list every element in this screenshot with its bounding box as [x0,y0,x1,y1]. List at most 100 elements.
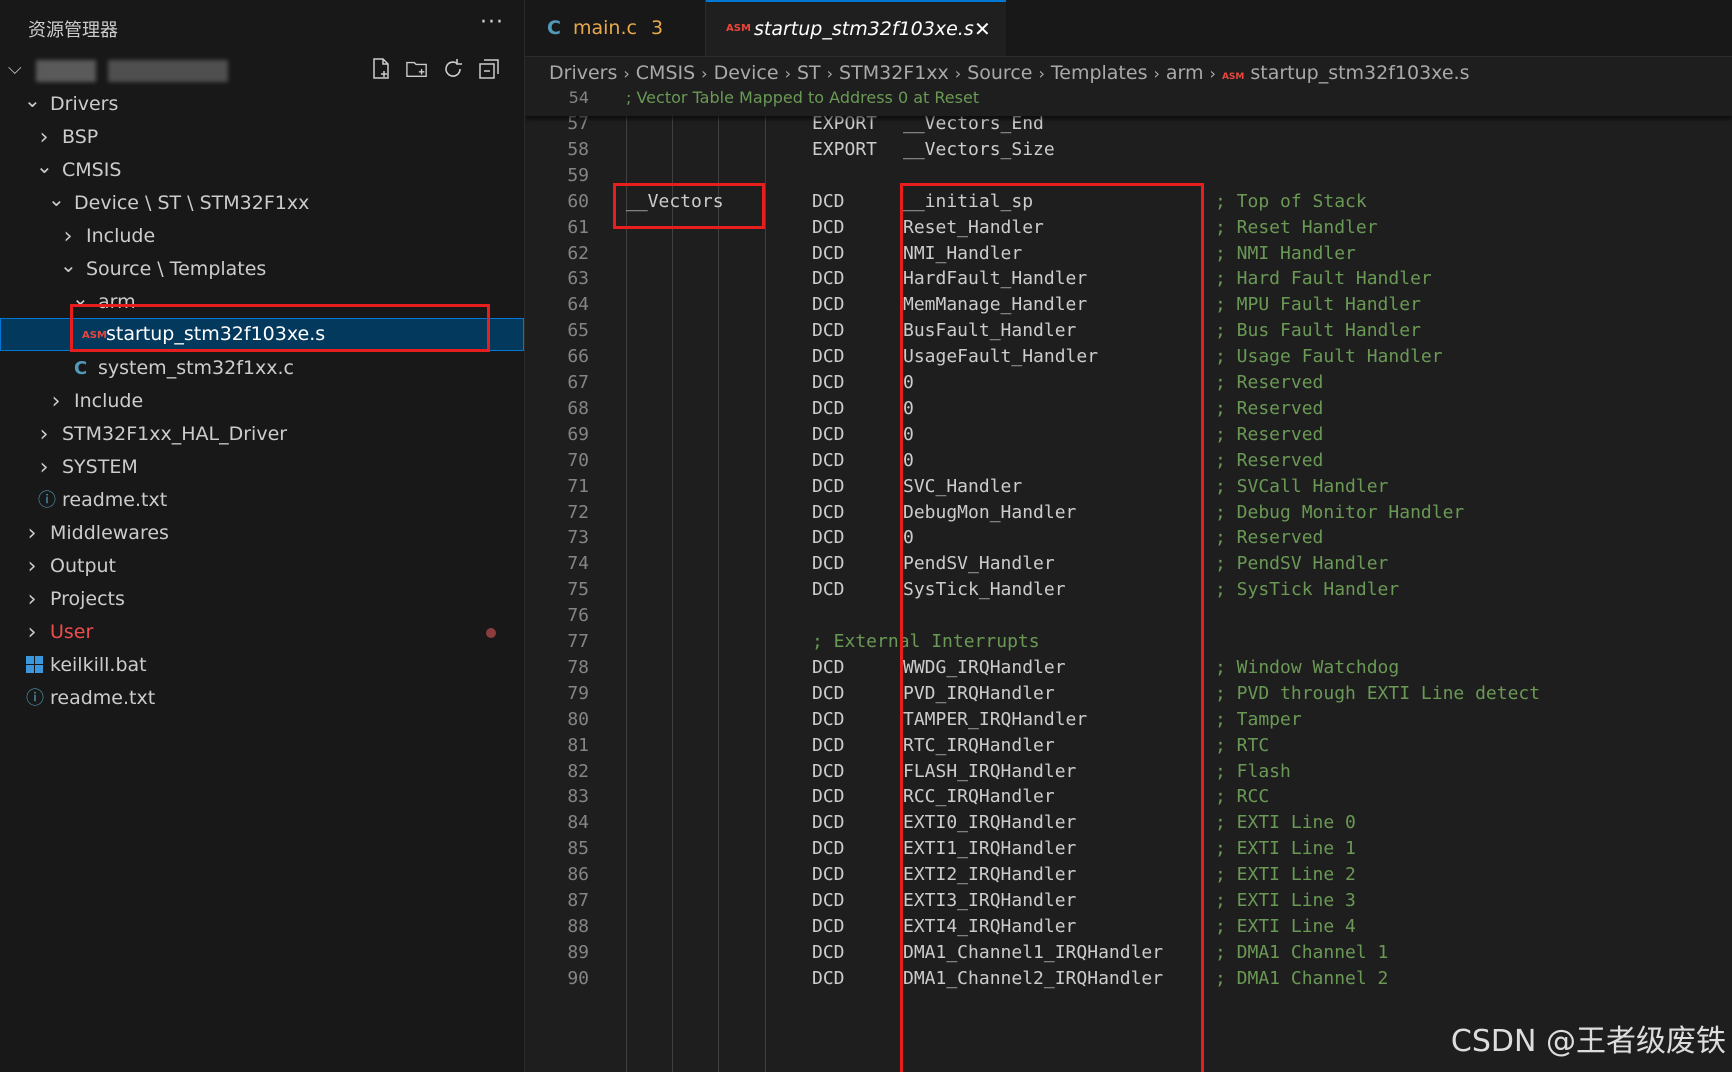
code-line[interactable]: 70 DCD 0 ; Reserved [525,447,1732,475]
chevron-down-icon[interactable]: ⌄ [36,154,53,178]
code-comment: ; Window Watchdog [1215,656,1400,678]
tree-item-include[interactable]: › Include [0,385,524,418]
breadcrumb-item[interactable]: Device [714,62,779,84]
tree-item-bsp[interactable]: › BSP [0,121,524,154]
code-directive: DCD [812,812,845,834]
chevron-right-icon[interactable]: › [36,451,52,484]
code-line[interactable]: 79 DCD PVD_IRQHandler ; PVD through EXTI Li… [525,680,1732,708]
breadcrumb-item[interactable]: Source [967,62,1032,84]
code-line[interactable]: 73 DCD 0 ; Reserved [525,524,1732,552]
code-editor[interactable]: 54 ; Vector Table Mapped to Address 0 at… [525,88,1732,1072]
line-number: 60 [567,190,589,212]
code-line[interactable]: 59 [525,162,1732,190]
code-line[interactable]: 66 DCD UsageFault_Handler ; Usage Fault Han… [525,343,1732,371]
chevron-down-icon[interactable]: ⌄ [24,88,41,112]
code-line[interactable]: 78 DCD WWDG_IRQHandler ; Window Watchdog [525,654,1732,682]
tree-item-readme-txt[interactable]: ⓘ readme.txt [0,484,524,517]
code-line[interactable]: 77 ; External Interrupts [525,628,1732,656]
code-line[interactable]: 90 DCD DMA1_Channel2_IRQHandler ; DMA1 Chan… [525,965,1732,993]
code-line[interactable]: 72 DCD DebugMon_Handler ; Debug Monitor Han… [525,499,1732,527]
code-line[interactable]: 63 DCD HardFault_Handler ; Hard Fault Handl… [525,265,1732,293]
tree-item-middlewares[interactable]: › Middlewares [0,517,524,550]
chevron-right-icon[interactable]: › [24,616,40,649]
chevron-down-icon[interactable]: ⌵ [8,58,22,79]
tab-main-c[interactable]: C main.c 3 [525,0,706,56]
code-line[interactable]: 65 DCD BusFault_Handler ; Bus Fault Handler [525,317,1732,345]
breadcrumb-item[interactable]: CMSIS [636,62,695,84]
code-line[interactable]: 64 DCD MemManage_Handler ; MPU Fault Handle… [525,291,1732,319]
code-line[interactable]: 84 DCD EXTI0_IRQHandler ; EXTI Line 0 [525,809,1732,837]
line-number: 64 [567,294,589,316]
code-line[interactable]: 82 DCD FLASH_IRQHandler ; Flash [525,758,1732,786]
breadcrumb-item[interactable]: arm [1166,62,1204,84]
code-comment: ; SysTick Handler [1215,579,1400,601]
tree-item-device-st-stm32f1xx[interactable]: ⌄ Device \ ST \ STM32F1xx [0,187,524,220]
new-file-icon[interactable] [370,56,392,82]
breadcrumb-item[interactable]: STM32F1xx [839,62,949,84]
chevron-right-icon[interactable]: › [36,121,52,154]
line-number: 78 [567,656,589,678]
tree-item-system[interactable]: › SYSTEM [0,451,524,484]
tree-item-projects[interactable]: › Projects [0,583,524,616]
code-line[interactable]: 67 DCD 0 ; Reserved [525,369,1732,397]
code-line[interactable]: 60 __Vectors DCD __initial_sp ; Top of Stack [525,188,1732,216]
code-line[interactable]: 86 DCD EXTI2_IRQHandler ; EXTI Line 2 [525,861,1732,889]
new-folder-icon[interactable] [406,56,428,82]
chevron-right-icon[interactable]: › [48,385,64,418]
line-number: 79 [567,682,589,704]
code-label: __Vectors [626,190,724,212]
code-line[interactable]: 74 DCD PendSV_Handler ; PendSV Handler [525,550,1732,578]
collapse-all-icon[interactable] [478,56,500,82]
code-line[interactable]: 89 DCD DMA1_Channel1_IRQHandler ; DMA1 Chan… [525,939,1732,967]
workspace-header[interactable]: ⌵ [0,56,524,86]
breadcrumb-file[interactable]: startup_stm32f103xe.s [1250,62,1469,84]
more-actions-icon[interactable]: ··· [480,10,504,35]
code-line[interactable]: 71 DCD SVC_Handler ; SVCall Handler [525,473,1732,501]
tree-item-startup-stm32f103xe-s[interactable]: ASM startup_stm32f103xe.s [0,318,524,351]
code-line[interactable]: 68 DCD 0 ; Reserved [525,395,1732,423]
code-line[interactable]: 58 EXPORT __Vectors_Size [525,136,1732,164]
code-directive: DCD [812,941,845,963]
code-line[interactable]: 69 DCD 0 ; Reserved [525,421,1732,449]
code-line[interactable]: 80 DCD TAMPER_IRQHandler ; Tamper [525,706,1732,734]
code-line[interactable]: 85 DCD EXTI1_IRQHandler ; EXTI Line 1 [525,835,1732,863]
code-line[interactable]: 83 DCD RCC_IRQHandler ; RCC [525,783,1732,811]
code-directive: DCD [812,397,845,419]
tree-item-system-stm32f1xx-c[interactable]: Csystem_stm32f1xx.c [0,352,524,385]
tree-item-output[interactable]: › Output [0,550,524,583]
tree-item-drivers[interactable]: ⌄ Drivers [0,88,524,121]
code-line[interactable]: 62 DCD NMI_Handler ; NMI Handler [525,240,1732,268]
explorer-sidebar: 资源管理器 ··· ⌵ ⌄ Drivers › BSP ⌄ CMSIS ⌄ Device \ … [0,0,525,1072]
tree-item-user[interactable]: › User [0,616,524,649]
code-line[interactable]: 75 DCD SysTick_Handler ; SysTick Handler [525,576,1732,604]
tree-item-cmsis[interactable]: ⌄ CMSIS [0,154,524,187]
tree-item-include[interactable]: › Include [0,220,524,253]
chevron-down-icon[interactable]: ⌄ [60,253,77,277]
code-line[interactable]: 88 DCD EXTI4_IRQHandler ; EXTI Line 4 [525,913,1732,941]
chevron-right-icon[interactable]: › [24,550,40,583]
refresh-icon[interactable] [442,56,464,82]
code-line[interactable]: 87 DCD EXTI3_IRQHandler ; EXTI Line 3 [525,887,1732,915]
tree-item-source-templates[interactable]: ⌄ Source \ Templates [0,253,524,286]
tree-item-arm[interactable]: ⌄ arm [0,286,524,319]
breadcrumb-item[interactable]: ST [797,62,821,84]
code-operand: SysTick_Handler [903,579,1066,601]
tree-item-readme-txt[interactable]: ⓘ readme.txt [0,682,524,715]
tree-item-stm32f1xx-hal-driver[interactable]: › STM32F1xx_HAL_Driver [0,418,524,451]
chevron-down-icon[interactable]: ⌄ [48,187,65,211]
chevron-down-icon[interactable]: ⌄ [72,286,89,310]
chevron-right-icon[interactable]: › [24,517,40,550]
chevron-right-icon[interactable]: › [36,418,52,451]
breadcrumb-item[interactable]: Drivers [549,62,617,84]
code-line[interactable]: 61 DCD Reset_Handler ; Reset Handler [525,214,1732,242]
sticky-scroll-line[interactable]: 54 ; Vector Table Mapped to Address 0 at… [525,88,1732,116]
code-line[interactable]: 81 DCD RTC_IRQHandler ; RTC [525,732,1732,760]
tree-item-keilkill-bat[interactable]: keilkill.bat [0,649,524,682]
close-icon[interactable]: ✕ [974,2,991,56]
tab-startup-s[interactable]: ASM startup_stm32f103xe.s ✕ [706,0,1006,56]
code-directive: DCD [812,320,845,342]
chevron-right-icon[interactable]: › [60,220,76,253]
chevron-right-icon[interactable]: › [24,583,40,616]
code-line[interactable]: 76 [525,602,1732,630]
breadcrumb-item[interactable]: Templates [1051,62,1148,84]
